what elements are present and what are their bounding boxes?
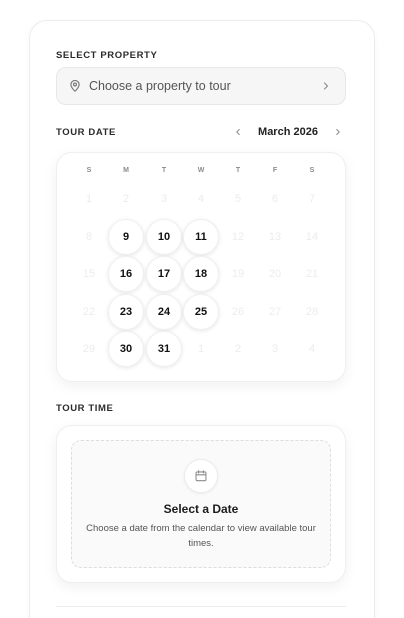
calendar-day-available[interactable]: 25 <box>183 294 219 330</box>
calendar-day-disabled: 2 <box>122 193 130 205</box>
calendar-day-disabled: 19 <box>231 268 245 280</box>
calendar-day-disabled: 21 <box>305 268 319 280</box>
calendar-day-available[interactable]: 30 <box>108 331 144 367</box>
calendar-day-available[interactable]: 11 <box>183 219 219 255</box>
weekday-header: S <box>309 167 315 174</box>
select-property-label: SELECT PROPERTY <box>56 50 158 61</box>
calendar-day-disabled: 12 <box>231 231 245 243</box>
calendar-day-disabled: 2 <box>234 343 242 355</box>
chevron-left-icon <box>236 129 240 135</box>
property-select[interactable]: Choose a property to tour <box>56 67 346 105</box>
calendar-day-disabled: 7 <box>308 193 316 205</box>
calendar-day-available[interactable]: 18 <box>183 256 219 292</box>
next-month-button[interactable] <box>330 124 346 140</box>
calendar-day-disabled: 4 <box>308 343 316 355</box>
calendar-day-disabled: 1 <box>197 343 205 355</box>
tour-time-label: TOUR TIME <box>56 403 114 414</box>
calendar-day-disabled: 13 <box>268 231 282 243</box>
map-pin-icon <box>68 79 82 93</box>
calendar-day-disabled: 6 <box>271 193 279 205</box>
weekday-header: W <box>197 167 205 174</box>
weekday-header: S <box>86 167 92 174</box>
calendar-day-disabled: 15 <box>82 268 96 280</box>
chevron-right-icon <box>320 80 332 92</box>
calendar-day-available[interactable]: 31 <box>146 331 182 367</box>
property-select-placeholder: Choose a property to tour <box>89 79 231 93</box>
calendar-day-available[interactable]: 9 <box>108 219 144 255</box>
current-month: March 2026 <box>258 126 318 138</box>
previous-month-button[interactable] <box>230 124 246 140</box>
calendar-icon <box>184 459 218 493</box>
calendar-day-available[interactable]: 23 <box>108 294 144 330</box>
calendar-day-available[interactable]: 24 <box>146 294 182 330</box>
calendar-day-disabled: 28 <box>305 306 319 318</box>
weekday-header: M <box>123 167 129 174</box>
calendar-day-disabled: 20 <box>268 268 282 280</box>
empty-state-description: Choose a date from the calendar to view … <box>86 523 316 549</box>
calendar-day-disabled: 3 <box>160 193 168 205</box>
calendar-day-disabled: 14 <box>305 231 319 243</box>
empty-state-title: Select a Date <box>163 502 239 516</box>
calendar-day-disabled: 26 <box>231 306 245 318</box>
calendar-day-available[interactable]: 16 <box>108 256 144 292</box>
calendar-day-disabled: 1 <box>85 193 93 205</box>
month-navigation: March 2026 <box>230 124 346 140</box>
calendar-day-available[interactable]: 17 <box>146 256 182 292</box>
calendar-day-disabled: 4 <box>197 193 205 205</box>
calendar-day-disabled: 27 <box>268 306 282 318</box>
weekday-header: T <box>161 167 167 174</box>
calendar-day-available[interactable]: 10 <box>146 219 182 255</box>
calendar-day-disabled: 3 <box>271 343 279 355</box>
tour-date-label: TOUR DATE <box>56 127 116 138</box>
calendar-day-disabled: 5 <box>234 193 242 205</box>
weekday-header: T <box>235 167 241 174</box>
calendar-day-disabled: 22 <box>82 306 96 318</box>
chevron-right-icon <box>336 129 340 135</box>
weekday-header: F <box>272 167 278 174</box>
calendar-day-disabled: 8 <box>85 231 93 243</box>
calendar-day-disabled: 29 <box>82 343 96 355</box>
section-divider <box>56 606 346 607</box>
